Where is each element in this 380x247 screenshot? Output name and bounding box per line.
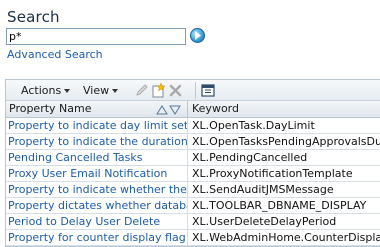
property-name-link[interactable]: Property to indicate the duration in min… <box>6 134 188 149</box>
table-row[interactable]: Proxy User Email Notification XL.ProxyNot… <box>6 166 380 182</box>
keyword-cell: XL.TOOLBAR_DBNAME_DISPLAY <box>192 199 367 212</box>
arrow-right-icon <box>195 31 201 40</box>
table-body: Property to indicate day limit set for c… <box>6 118 380 246</box>
keyword-cell: XL.OpenTasksPendingApprovalsDuration <box>192 135 380 148</box>
edit-pencil-icon[interactable] <box>134 83 149 98</box>
sort-icons[interactable] <box>156 105 186 115</box>
view-menu-label: View <box>83 84 110 97</box>
column-header-keyword[interactable]: Keyword <box>189 101 380 118</box>
actions-menu[interactable]: Actions <box>21 84 71 97</box>
results-toolbar: Actions View <box>6 80 380 101</box>
advanced-search-link[interactable]: Advanced Search <box>7 48 103 61</box>
delete-x-icon[interactable] <box>168 83 183 98</box>
create-new-icon[interactable] <box>151 83 166 98</box>
table-row[interactable]: Property to indicate day limit set for c… <box>6 118 380 134</box>
table-row[interactable]: Property to indicate whether the audit XL… <box>6 182 380 198</box>
search-input[interactable] <box>6 28 186 45</box>
table-row[interactable]: Property dictates whether database XL.TOO… <box>6 198 380 214</box>
keyword-cell: XL.WebAdminHome.CounterDisplay.Ty <box>192 231 380 244</box>
keyword-cell: XL.OpenTask.DayLimit <box>192 119 315 132</box>
view-menu[interactable]: View <box>83 84 119 97</box>
column-header-property-name[interactable]: Property Name <box>6 101 188 118</box>
column-header-property-name-label: Property Name <box>9 102 92 115</box>
chevron-down-icon <box>112 89 119 93</box>
property-name-link[interactable]: Period to Delay User Delete <box>6 214 188 229</box>
keyword-cell: XL.PendingCancelled <box>192 151 308 164</box>
table-header: Property Name Keyword <box>6 101 380 118</box>
property-name-link[interactable]: Property dictates whether database <box>6 198 188 213</box>
page-title: Search <box>7 8 60 26</box>
keyword-cell: XL.ProxyNotificationTemplate <box>192 167 353 180</box>
property-name-link[interactable]: Property to indicate day limit set for c… <box>6 118 188 133</box>
table-row[interactable]: Property for counter display flag for cl… <box>6 230 380 246</box>
go-button[interactable] <box>190 28 205 43</box>
detach-table-icon[interactable] <box>201 83 216 98</box>
table-row[interactable]: Period to Delay User Delete XL.UserDelete… <box>6 214 380 230</box>
table-row[interactable]: Property to indicate the duration in min… <box>6 134 380 150</box>
property-name-link[interactable]: Property for counter display flag for cl <box>6 230 188 245</box>
chevron-down-icon <box>64 89 71 93</box>
keyword-cell: XL.UserDeleteDelayPeriod <box>192 215 337 228</box>
toolbar-divider <box>195 82 196 99</box>
property-name-link[interactable]: Pending Cancelled Tasks <box>6 150 188 165</box>
keyword-cell: XL.SendAuditJMSMessage <box>192 183 334 196</box>
property-name-link[interactable]: Proxy User Email Notification <box>6 166 188 181</box>
results-panel: Actions View Property Name Keyword Prope… <box>5 79 380 247</box>
property-name-link[interactable]: Property to indicate whether the audit <box>6 182 188 197</box>
table-row[interactable]: Pending Cancelled Tasks XL.PendingCancell… <box>6 150 380 166</box>
actions-menu-label: Actions <box>21 84 62 97</box>
